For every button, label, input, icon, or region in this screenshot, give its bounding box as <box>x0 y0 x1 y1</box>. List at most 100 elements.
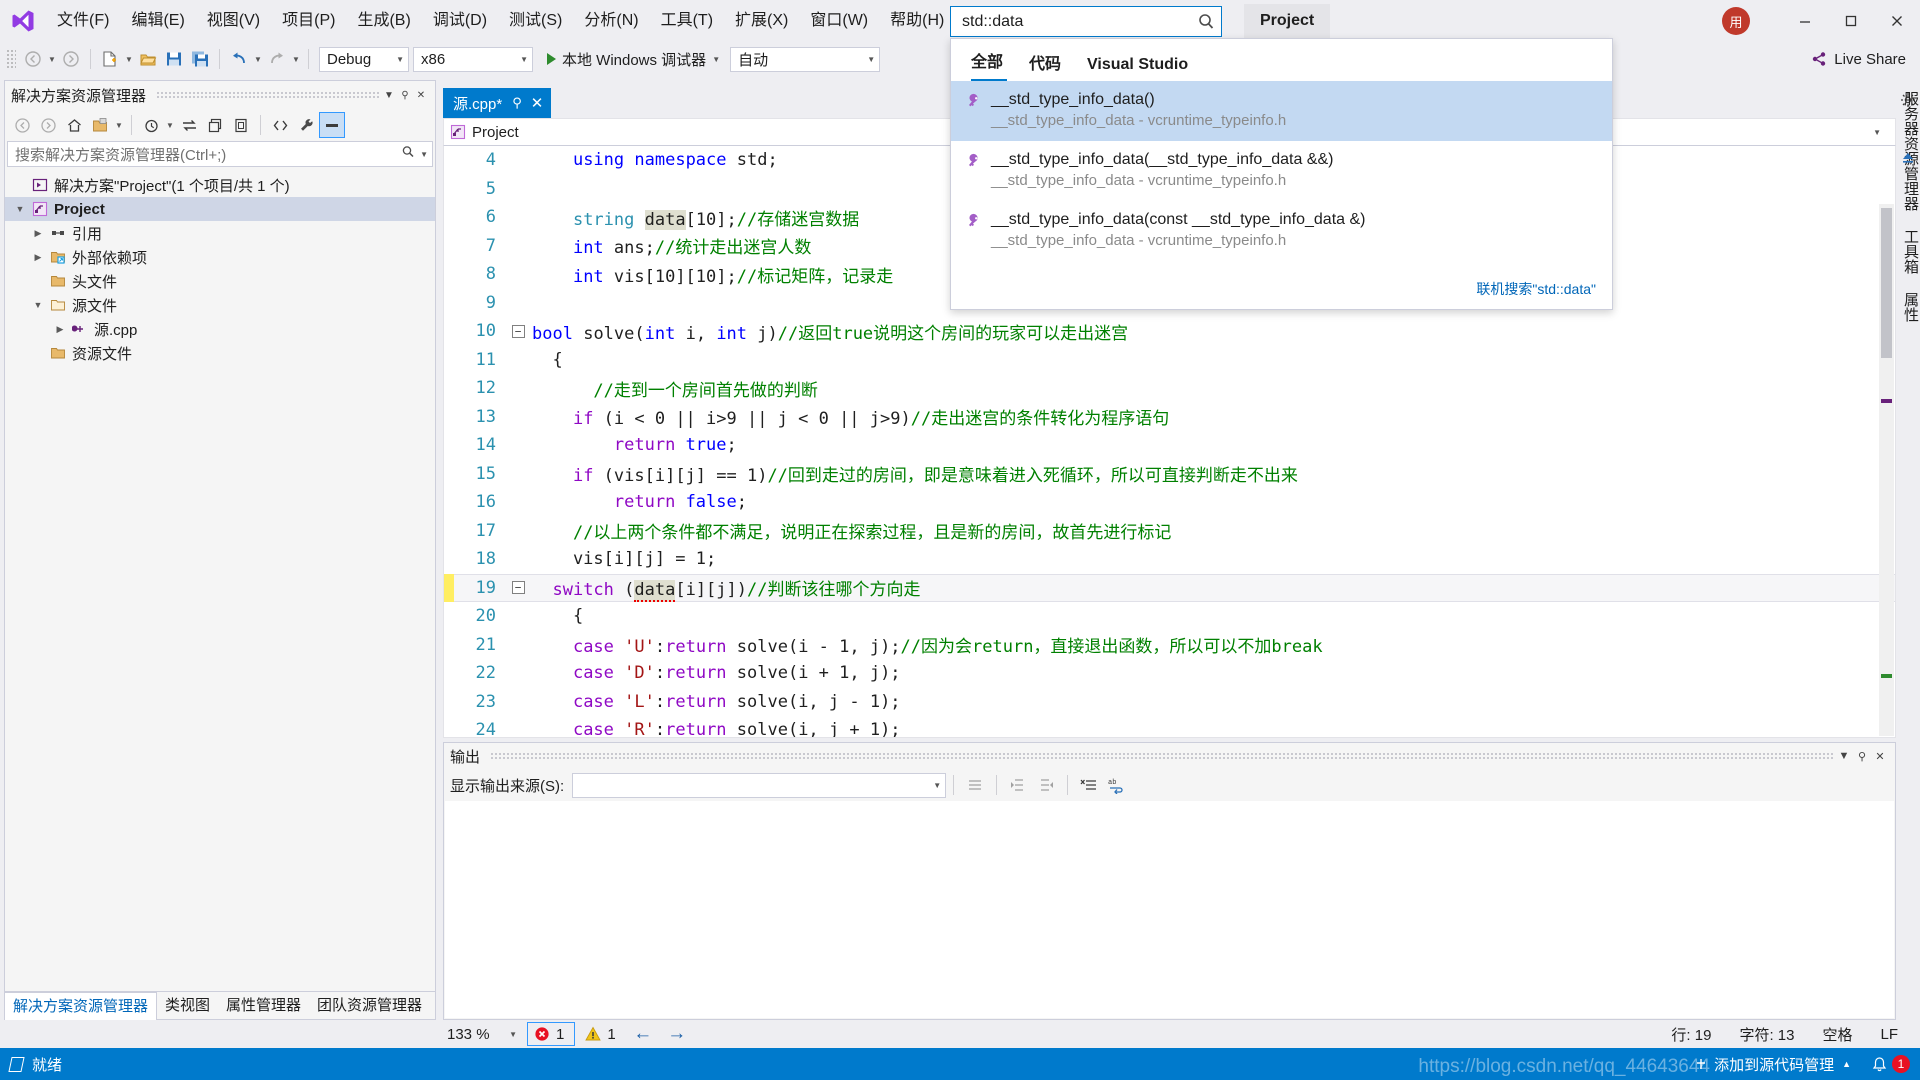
code-line[interactable]: 22 case 'D':return solve(i + 1, j); <box>444 659 1895 688</box>
auto-combo[interactable]: 自动 ▼ <box>730 47 880 72</box>
code-line[interactable]: 16 return false; <box>444 488 1895 517</box>
add-to-source-control-button[interactable]: 添加到源代码管理 ▲ <box>1684 1054 1861 1075</box>
navigate-forward-icon[interactable] <box>58 46 84 72</box>
tree-item-header-files[interactable]: 头文件 <box>5 269 435 293</box>
close-icon[interactable]: ✕ <box>1871 745 1889 767</box>
menu-debug[interactable]: 调试(D) <box>422 0 498 42</box>
home-icon[interactable] <box>61 112 87 138</box>
code-line[interactable]: 13 if (i < 0 || i>9 || j < 0 || j>9)//走出… <box>444 403 1895 432</box>
expander[interactable]: ▶ <box>29 228 47 239</box>
code-line[interactable]: 12 //走到一个房间首先做的判断 <box>444 374 1895 403</box>
collapse-icon[interactable]: − <box>512 581 525 594</box>
previous-error-icon[interactable]: ← <box>626 1022 660 1046</box>
code-line[interactable]: 19− switch (data[i][j])//判断该往哪个方向走 <box>444 574 1895 603</box>
close-icon[interactable]: ✕ <box>413 84 429 106</box>
tab-properties[interactable]: 属性 <box>1896 283 1920 331</box>
clear-all-icon[interactable] <box>1075 772 1103 798</box>
editor-vertical-scrollbar[interactable] <box>1879 204 1894 736</box>
online-search-link[interactable]: 联机搜索"std::data" <box>1476 279 1596 299</box>
tree-item-external-dependencies[interactable]: ▶ 外部依赖项 <box>5 245 435 269</box>
save-icon[interactable] <box>161 46 187 72</box>
search-tab-code[interactable]: 代码 <box>1029 50 1073 81</box>
expander[interactable]: ▼ <box>11 204 29 214</box>
chevron-down-icon[interactable]: ▼ <box>164 112 176 138</box>
chevron-down-icon[interactable]: ▼ <box>113 112 125 138</box>
fold-toggle[interactable]: − <box>506 325 530 338</box>
menu-edit[interactable]: 编辑(E) <box>120 0 195 42</box>
tree-item-source-files[interactable]: ▼ 源文件 <box>5 293 435 317</box>
warning-count-box[interactable]: 1 <box>579 1022 625 1046</box>
error-count-box[interactable]: 1 <box>527 1022 575 1046</box>
next-error-icon[interactable]: → <box>660 1022 694 1046</box>
fold-toggle[interactable]: − <box>506 581 530 594</box>
indent-mode[interactable]: 空格 <box>1822 1024 1852 1045</box>
code-line[interactable]: 15 if (vis[i][j] == 1)//回到走过的房间，即是意味着进入死… <box>444 460 1895 489</box>
tree-item-resource-files[interactable]: 资源文件 <box>5 341 435 365</box>
close-icon[interactable]: ✕ <box>531 94 544 112</box>
redo-dropdown-icon[interactable]: ▼ <box>290 46 302 72</box>
chevron-down-icon[interactable]: ▼ <box>1873 128 1889 137</box>
solution-explorer-search-input[interactable]: 搜索解决方案资源管理器(Ctrl+;) ▼ <box>7 141 433 167</box>
toolbar-grip[interactable] <box>6 49 16 69</box>
properties-wrench-icon[interactable] <box>293 112 319 138</box>
maximize-button[interactable] <box>1828 0 1874 42</box>
start-debug-button[interactable]: 本地 Windows 调试器 ▼ <box>541 46 726 72</box>
editor-tab-source-cpp[interactable]: 源.cpp* ⚲ ✕ <box>443 88 551 118</box>
live-share-button[interactable]: Live Share <box>1810 50 1906 68</box>
new-file-dropdown-icon[interactable]: ▼ <box>123 46 135 72</box>
tab-toolbox[interactable]: 工具箱 <box>1896 220 1920 283</box>
previous-message-icon[interactable] <box>1004 772 1032 798</box>
eol-mode[interactable]: LF <box>1880 1026 1898 1043</box>
code-line[interactable]: 23 case 'L':return solve(i, j - 1); <box>444 688 1895 717</box>
properties-window-icon[interactable] <box>319 112 345 138</box>
scroll-up-icon[interactable] <box>1900 150 1916 170</box>
code-line[interactable]: 10−bool solve(int i, int j)//返回true说明这个房… <box>444 317 1895 346</box>
code-line[interactable]: 20 { <box>444 602 1895 631</box>
drag-handle[interactable] <box>490 752 1835 760</box>
toggle-word-wrap-icon[interactable]: ab <box>1103 772 1131 798</box>
forward-icon[interactable] <box>35 112 61 138</box>
project-button[interactable]: Project <box>1244 4 1330 38</box>
notifications-button[interactable]: 1 <box>1861 1055 1920 1073</box>
panel-menu-icon[interactable]: ▼ <box>381 84 397 106</box>
tab-team-explorer[interactable]: 团队资源管理器 <box>309 992 430 1020</box>
pending-changes-icon[interactable] <box>138 112 164 138</box>
menu-extensions[interactable]: 扩展(X) <box>724 0 799 42</box>
code-line[interactable]: 11 { <box>444 346 1895 375</box>
next-message-icon[interactable] <box>1032 772 1060 798</box>
show-all-files-icon[interactable] <box>87 112 113 138</box>
scrollbar-thumb[interactable] <box>1881 208 1892 358</box>
panel-menu-icon[interactable]: ▼ <box>1835 745 1853 767</box>
back-icon[interactable] <box>9 112 35 138</box>
pin-icon[interactable]: ⚲ <box>512 95 522 111</box>
menu-build[interactable]: 生成(B) <box>346 0 421 42</box>
redo-icon[interactable] <box>264 46 290 72</box>
menu-tools[interactable]: 工具(T) <box>650 0 724 42</box>
sync-with-active-doc-icon[interactable] <box>176 112 202 138</box>
pin-icon[interactable]: ⚲ <box>1853 745 1871 767</box>
open-file-icon[interactable] <box>135 46 161 72</box>
search-result-item[interactable]: __std_type_info_data() __std_type_info_d… <box>951 81 1612 141</box>
close-button[interactable] <box>1874 0 1920 42</box>
tree-item-source-cpp[interactable]: ▶ 源.cpp <box>5 317 435 341</box>
collapse-all-icon[interactable] <box>228 112 254 138</box>
undo-icon[interactable] <box>226 46 252 72</box>
chevron-down-icon[interactable]: ▼ <box>416 150 428 159</box>
menu-test[interactable]: 测试(S) <box>498 0 573 42</box>
minimize-button[interactable] <box>1782 0 1828 42</box>
menu-view[interactable]: 视图(V) <box>196 0 271 42</box>
back-dropdown-icon[interactable]: ▼ <box>46 46 58 72</box>
tree-item-project[interactable]: ▼ Project <box>5 197 435 221</box>
output-source-combo[interactable]: ▼ <box>572 773 946 798</box>
menu-analyze[interactable]: 分析(N) <box>573 0 649 42</box>
drag-handle[interactable] <box>156 91 381 99</box>
search-result-item[interactable]: __std_type_info_data(const __std_type_in… <box>951 201 1612 261</box>
search-result-item[interactable]: __std_type_info_data(__std_type_info_dat… <box>951 141 1612 201</box>
view-code-icon[interactable] <box>267 112 293 138</box>
output-text-area[interactable] <box>445 801 1894 1018</box>
tab-solution-explorer[interactable]: 解决方案资源管理器 <box>5 992 157 1020</box>
navigate-back-icon[interactable] <box>20 46 46 72</box>
code-line[interactable]: 17 //以上两个条件都不满足，说明正在探索过程，且是新的房间，故首先进行标记 <box>444 517 1895 546</box>
search-input[interactable] <box>960 9 1195 35</box>
undo-dropdown-icon[interactable]: ▼ <box>252 46 264 72</box>
